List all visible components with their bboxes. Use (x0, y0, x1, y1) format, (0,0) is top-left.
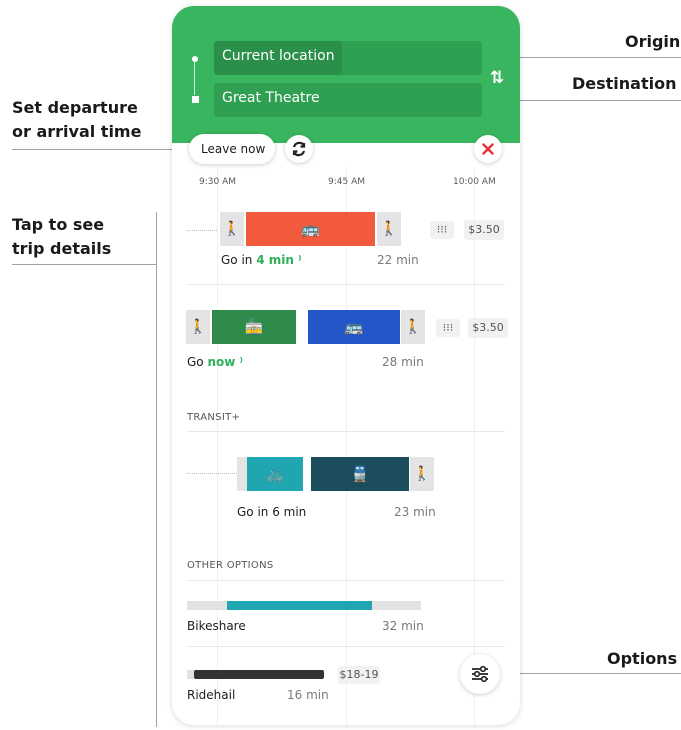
time-tick: 9:30 AM (199, 177, 236, 187)
time-tick: 9:45 AM (328, 177, 365, 187)
trip-row[interactable]: 🚶 🚋 🚌 🚶 ⁝⁝⁝ $3.50 Go now ⁾ 28 min (172, 302, 520, 382)
other-options-heading: OTHER OPTIONS (187, 560, 274, 571)
price-badge: $3.50 (468, 318, 508, 338)
bikeshare-label: Bikeshare (187, 619, 246, 633)
crowding-icon: ⁝⁝⁝ (430, 221, 454, 239)
trip-duration: 23 min (394, 505, 436, 519)
refresh-icon[interactable] (285, 135, 313, 163)
leave-now-button[interactable]: Leave now (189, 134, 275, 164)
walk-icon: 🚶 (401, 310, 425, 344)
bike-segment: 🚲 (247, 457, 303, 491)
divider (187, 284, 505, 285)
transit-plus-heading: TRANSIT+ (187, 412, 241, 423)
bus-segment: 🚌 (246, 212, 375, 246)
tram-icon: 🚋 (244, 318, 264, 336)
divider (187, 580, 505, 581)
callout-trip-2: trip details (12, 239, 112, 258)
trip-duration: 22 min (377, 253, 419, 267)
bikeshare-bar (227, 601, 372, 610)
options-button[interactable] (460, 654, 500, 694)
go-label: Go now ⁾ (187, 355, 243, 369)
destination-square-icon (192, 96, 199, 103)
price-badge: $3.50 (464, 220, 504, 240)
bikeshare-duration: 32 min (382, 619, 424, 633)
callout-destination: Destination (572, 74, 677, 93)
go-label: Go in 4 min ⁾ (221, 253, 302, 267)
bikeshare-option[interactable]: Bikeshare 32 min (172, 596, 520, 646)
train-segment: 🚆 (311, 457, 409, 491)
ridehail-label: Ridehail (187, 688, 236, 702)
bus-icon: 🚌 (301, 220, 320, 238)
leave-now-label: Leave now (201, 142, 266, 156)
sliders-icon (472, 665, 488, 683)
callout-origin: Origin (625, 32, 681, 51)
walk-icon: 🚶 (377, 212, 401, 246)
wait-dotted-line (187, 473, 237, 474)
callout-trip-1: Tap to see (12, 215, 105, 234)
phone-screen: Current location Great Theatre ⇅ Leave n… (172, 6, 520, 725)
go-label: Go in 6 min (237, 505, 307, 519)
callout-departure-line (12, 149, 187, 150)
callout-departure-1: Set departure (12, 98, 138, 117)
trip-row[interactable]: 🚶 🚌 🚶 ⁝⁝⁝ $3.50 Go in 4 min ⁾ 22 min (172, 204, 520, 284)
walk-icon: 🚶 (410, 457, 434, 491)
time-tick: 10:00 AM (453, 177, 496, 187)
route-connector (194, 62, 195, 95)
trip-row[interactable]: 🚲 🚆 🚶 Go in 6 min 23 min (172, 451, 520, 521)
crowding-icon: ⁝⁝⁝ (436, 319, 460, 337)
destination-text: Great Theatre (222, 90, 320, 106)
divider (187, 646, 505, 647)
train-icon: 🚆 (350, 465, 370, 483)
walk-segment (237, 457, 247, 491)
close-icon[interactable] (474, 135, 502, 163)
callout-options-line (496, 673, 681, 674)
callout-trip-bracket (156, 212, 157, 727)
callout-trip-line (12, 264, 156, 265)
origin-field[interactable]: Current location (214, 41, 482, 75)
destination-field[interactable]: Great Theatre (214, 83, 482, 117)
tram-segment: 🚋 (212, 310, 296, 344)
bike-icon: 🚲 (265, 465, 285, 483)
callout-options: Options (607, 649, 678, 668)
origin-dot-icon (192, 56, 198, 62)
callout-departure-2: or arrival time (12, 122, 142, 141)
origin-text: Current location (222, 48, 335, 64)
divider (187, 431, 505, 432)
bus-segment: 🚌 (308, 310, 400, 344)
trip-duration: 28 min (382, 355, 424, 369)
swap-vertical-icon[interactable]: ⇅ (490, 68, 504, 88)
ridehail-price: $18-19 (338, 666, 380, 684)
ridehail-duration: 16 min (287, 688, 329, 702)
ridehail-bar (194, 670, 324, 679)
walk-icon: 🚶 (186, 310, 210, 344)
wait-dotted-line (187, 230, 217, 231)
walk-icon: 🚶 (220, 212, 244, 246)
bus-icon: 🚌 (344, 318, 364, 336)
search-header: Current location Great Theatre ⇅ (172, 6, 520, 143)
